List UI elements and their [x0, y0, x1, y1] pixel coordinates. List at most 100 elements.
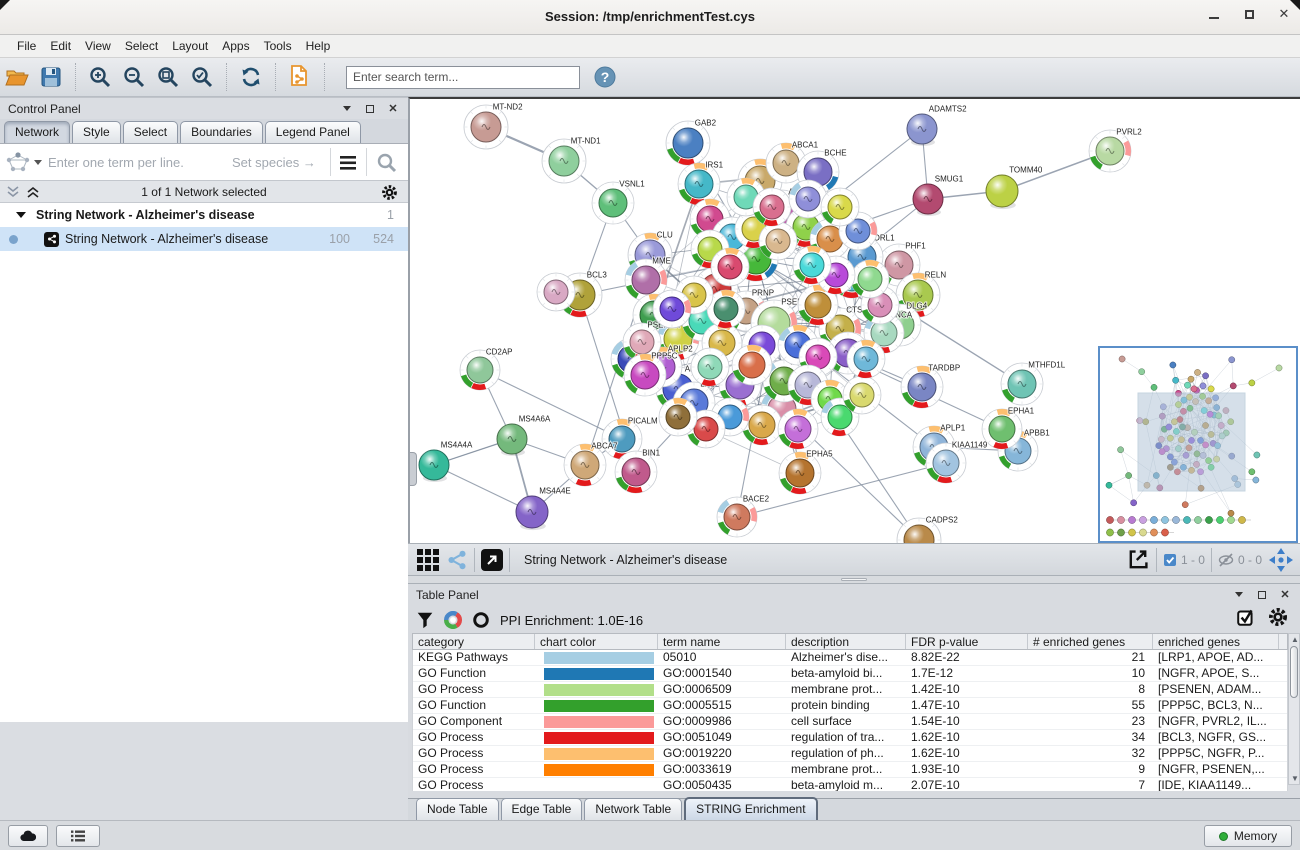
column-header-FDR-p-value[interactable]: FDR p-value: [906, 634, 1028, 649]
table-row[interactable]: KEGG Pathways05010Alzheimer's dise...8.8…: [413, 650, 1287, 666]
tab-string-enrichment[interactable]: STRING Enrichment: [684, 797, 817, 820]
column-header-category[interactable]: category: [413, 634, 535, 649]
protein-node[interactable]: [711, 248, 749, 286]
protein-node[interactable]: [821, 188, 859, 226]
tab-legend-panel[interactable]: Legend Panel: [265, 121, 361, 143]
menu-select[interactable]: Select: [118, 37, 165, 55]
panel-float-icon[interactable]: [363, 102, 377, 116]
help-button[interactable]: ?: [590, 62, 620, 92]
protein-node-cadps2[interactable]: CADPS2: [897, 516, 958, 544]
menu-tools[interactable]: Tools: [257, 37, 299, 55]
network-options-gear-icon[interactable]: [381, 184, 398, 201]
string-options-icon[interactable]: [338, 154, 358, 172]
column-header-enriched-genes[interactable]: enriched genes: [1153, 634, 1279, 649]
task-history-button[interactable]: [56, 825, 100, 847]
string-search-icon[interactable]: [376, 152, 398, 174]
network-from-file-button[interactable]: [285, 62, 315, 92]
protein-node[interactable]: [659, 398, 697, 436]
splitter-grip[interactable]: [410, 452, 417, 486]
scroll-up-icon[interactable]: ▲: [1291, 636, 1298, 643]
navigator-icon[interactable]: [1268, 547, 1294, 573]
grid-view-icon[interactable]: [416, 548, 440, 572]
protein-node-abca7[interactable]: ABCA7: [564, 442, 618, 487]
enrichment-chart-icon[interactable]: [444, 611, 462, 629]
protein-node[interactable]: [753, 188, 791, 226]
save-session-button[interactable]: [36, 62, 66, 92]
panel-close-icon[interactable]: ✕: [386, 102, 400, 116]
protein-node-adamts2[interactable]: ADAMTS2: [907, 105, 967, 146]
zoom-out-button[interactable]: [119, 62, 149, 92]
scrollbar-thumb[interactable]: [1290, 646, 1298, 698]
table-row[interactable]: GO ProcessGO:0019220regulation of ph...1…: [413, 746, 1287, 762]
protein-node-mt-nd2[interactable]: MT-ND2: [464, 103, 523, 150]
refresh-button[interactable]: [236, 62, 266, 92]
protein-node[interactable]: [537, 273, 575, 311]
protein-node[interactable]: [691, 348, 729, 386]
network-row[interactable]: String Network - Alzheimer's disease 100…: [0, 227, 408, 251]
tab-boundaries[interactable]: Boundaries: [180, 121, 263, 143]
tab-edge-table[interactable]: Edge Table: [501, 798, 583, 820]
export-network-icon[interactable]: [1126, 548, 1150, 572]
protein-node[interactable]: [851, 260, 889, 298]
search-input[interactable]: [346, 66, 580, 89]
tab-network-table[interactable]: Network Table: [584, 798, 682, 820]
column-header-term-name[interactable]: term name: [658, 634, 786, 649]
panel-menu-icon[interactable]: [1232, 588, 1246, 602]
protein-node[interactable]: [759, 222, 797, 260]
birdseye-minimap[interactable]: [1098, 346, 1298, 543]
protein-node-epha5[interactable]: EPHA5: [779, 450, 833, 495]
table-settings-gear-icon[interactable]: [1268, 607, 1288, 627]
protein-node[interactable]: [843, 376, 881, 414]
protein-node-cd2ap[interactable]: CD2AP: [460, 348, 513, 391]
network-collection-row[interactable]: String Network - Alzheimer's disease 1: [0, 203, 408, 227]
protein-node-vsnl1[interactable]: VSNL1: [592, 180, 645, 225]
protein-node-bace2[interactable]: BACE2: [717, 495, 770, 538]
select-columns-icon[interactable]: [1236, 607, 1256, 627]
table-scrollbar[interactable]: ▲ ▼: [1288, 633, 1300, 785]
dev-panel-button[interactable]: [8, 825, 48, 847]
string-source-caret-icon[interactable]: [34, 160, 42, 165]
protein-node-kiaa1149[interactable]: KIAA1149: [926, 441, 988, 484]
protein-node-irs1[interactable]: IRS1: [678, 161, 724, 206]
ring-chart-icon[interactable]: [472, 611, 490, 629]
close-button[interactable]: ✕: [1276, 6, 1292, 22]
filter-icon[interactable]: [416, 611, 434, 629]
tab-style[interactable]: Style: [72, 121, 121, 143]
menu-view[interactable]: View: [78, 37, 118, 55]
panel-menu-icon[interactable]: [340, 102, 354, 116]
table-row[interactable]: GO ProcessGO:0006509membrane prot...1.42…: [413, 682, 1287, 698]
minimize-button[interactable]: [1206, 6, 1222, 22]
tab-network[interactable]: Network: [4, 121, 70, 143]
protein-node[interactable]: [778, 409, 818, 449]
scroll-down-icon[interactable]: ▼: [1291, 775, 1298, 782]
zoom-in-button[interactable]: [85, 62, 115, 92]
share-view-icon[interactable]: [446, 549, 468, 571]
string-query-input[interactable]: Enter one term per line.: [48, 155, 184, 170]
protein-node-ms4a4a[interactable]: MS4A4A: [419, 441, 473, 482]
table-row[interactable]: GO FunctionGO:0005515protein binding1.47…: [413, 698, 1287, 714]
table-row[interactable]: GO ProcessGO:0050435beta-amyloid m...2.0…: [413, 778, 1287, 791]
menu-edit[interactable]: Edit: [43, 37, 78, 55]
column-header-chart-color[interactable]: chart color: [535, 634, 658, 649]
table-row[interactable]: GO ProcessGO:0051049regulation of tra...…: [413, 730, 1287, 746]
column-header--enriched-genes[interactable]: # enriched genes: [1028, 634, 1153, 649]
table-row[interactable]: GO ProcessGO:0033619membrane prot...1.93…: [413, 762, 1287, 778]
protein-node[interactable]: [847, 340, 885, 378]
protein-node-ms4a4e[interactable]: MS4A4E: [516, 487, 571, 531]
tree-expand-icon[interactable]: [16, 212, 26, 218]
protein-node-mt-nd1[interactable]: MT-ND1: [542, 137, 601, 184]
menu-file[interactable]: File: [10, 37, 43, 55]
set-species-hint[interactable]: Set species →: [232, 155, 316, 170]
open-file-button[interactable]: [2, 62, 32, 92]
detach-view-icon[interactable]: [481, 549, 503, 571]
hidden-count-badge[interactable]: 0 - 0: [1218, 553, 1262, 567]
menu-help[interactable]: Help: [299, 37, 338, 55]
string-logo-icon[interactable]: [4, 150, 32, 174]
minimap-viewport[interactable]: [1138, 393, 1245, 491]
menu-layout[interactable]: Layout: [165, 37, 215, 55]
maximize-button[interactable]: [1241, 6, 1257, 22]
protein-node-gab2[interactable]: GAB2: [666, 119, 717, 166]
panel-close-icon[interactable]: ✕: [1278, 588, 1292, 602]
table-row[interactable]: GO FunctionGO:0001540beta-amyloid bi...1…: [413, 666, 1287, 682]
protein-node[interactable]: [789, 180, 827, 218]
